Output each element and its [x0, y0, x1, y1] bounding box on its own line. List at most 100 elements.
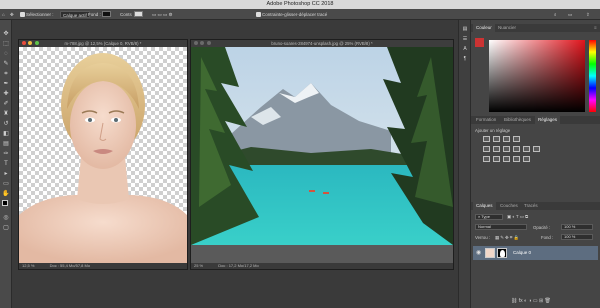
eraser-tool-icon[interactable]: ◧	[2, 130, 10, 138]
opacity-label: Opacité :	[533, 225, 551, 230]
kind-filter[interactable]: ⌕ Type	[475, 214, 503, 220]
lasso-tool-icon[interactable]: ◌	[2, 50, 10, 58]
move-tool-icon[interactable]: ✥	[10, 11, 14, 18]
history-brush-icon[interactable]: ↺	[2, 120, 10, 128]
portrait-canvas[interactable]	[19, 47, 187, 263]
channel-mixer-icon[interactable]	[533, 146, 540, 152]
toolbar: ✥ ⬚ ◌ ✎ ⌗ ✒ ✚ ✐ ♜ ↺ ◧ ▤ ✑ T ▸ ▭ ✋ ◎ ▢	[0, 20, 12, 308]
landscape-window-title: bruno-soares-284974-unsplash.jpg @ 25% (…	[271, 41, 373, 46]
invert-icon[interactable]	[483, 156, 490, 162]
conts-label: Conts	[120, 12, 132, 17]
hue-saturation-icon[interactable]	[493, 146, 500, 152]
stamp-tool-icon[interactable]: ♜	[2, 110, 10, 118]
filter-icons[interactable]: ▣ ◐ T ▭ ⧉	[507, 214, 528, 220]
share-icon[interactable]: ⇪	[586, 11, 590, 18]
layer-footer-icons[interactable]: ⛓ fx ◐ ◑ ▭ ⊞ 🗑	[511, 298, 551, 304]
portrait-status-bar: 12,5 % Doc : 55,4 Mo/57,8 Mo	[19, 263, 187, 269]
foreground-color[interactable]	[2, 200, 8, 206]
black-white-icon[interactable]	[513, 146, 520, 152]
gradient-tool-icon[interactable]: ▤	[2, 140, 10, 148]
landscape-canvas[interactable]	[191, 47, 453, 263]
constrain-drag-label: Contrainte-glisser-déplacer tracé	[262, 12, 328, 17]
auto-select-checkbox[interactable]: Sélectionner :	[20, 11, 54, 18]
move-tool-icon[interactable]: ✥	[2, 30, 10, 38]
lock-label: Verrou :	[475, 235, 491, 240]
quick-select-icon[interactable]: ✎	[2, 60, 10, 68]
opacity-field[interactable]: 100 %	[561, 224, 593, 230]
right-panels: Couleur Nuancier ≡ Formation Bibliothèqu…	[470, 20, 600, 308]
fill-swatch[interactable]	[102, 11, 111, 18]
posterize-icon[interactable]	[493, 156, 500, 162]
portrait-zoom[interactable]: 12,5 %	[22, 263, 34, 268]
layer-row[interactable]: ◉ Calque 0	[473, 246, 598, 260]
selective-color-icon[interactable]	[523, 156, 530, 162]
screen-mode-icon[interactable]: ▢	[2, 224, 10, 232]
threshold-icon[interactable]	[503, 156, 510, 162]
tab-formation[interactable]: Formation	[473, 116, 499, 124]
fill-label: Fond :	[541, 235, 554, 240]
marquee-tool-icon[interactable]: ⬚	[2, 40, 10, 48]
healing-icon[interactable]: ✚	[2, 90, 10, 98]
landscape-document-window[interactable]: bruno-soares-284974-unsplash.jpg @ 25% (…	[190, 39, 454, 270]
color-balance-icon[interactable]	[503, 146, 510, 152]
foreground-swatch[interactable]	[475, 38, 484, 47]
layer-select-dropdown[interactable]: Calque actif	[60, 11, 90, 18]
path-ops-icons[interactable]: ▭ ▭ ▭ ⚙	[152, 11, 173, 18]
workspace-icon[interactable]: ▭	[568, 11, 572, 18]
landscape-doc-size: Doc : 17,2 Mo/17,2 Mo	[218, 263, 259, 268]
hand-tool-icon[interactable]: ✋	[2, 190, 10, 198]
panel-menu-icon[interactable]: ≡	[591, 24, 600, 32]
eyedropper-icon[interactable]: ✒	[2, 80, 10, 88]
type-tool-icon[interactable]: T	[2, 160, 10, 168]
portrait-window-titlebar[interactable]: m-788.jpg @ 12,5% (Calque 0, RVB/8) *	[19, 40, 187, 47]
search-icon[interactable]: ⌕	[554, 11, 557, 18]
paragraph-panel-icon[interactable]: ¶	[461, 56, 469, 63]
fill-field[interactable]: 100 %	[561, 234, 593, 240]
history-panel-icon[interactable]: ▤	[461, 26, 469, 33]
quick-mask-icon[interactable]: ◎	[2, 214, 10, 222]
color-panel-tabs: Couleur Nuancier ≡	[471, 24, 600, 32]
portrait-image	[19, 53, 187, 263]
levels-icon[interactable]	[493, 136, 500, 142]
pen-tool-icon[interactable]: ✑	[2, 150, 10, 158]
panel-icon-strip: ▤ ☰ A ¶	[458, 20, 470, 308]
hue-slider[interactable]	[589, 40, 596, 112]
vibrance-icon[interactable]	[483, 146, 490, 152]
home-icon[interactable]: ⌂	[2, 11, 5, 18]
constrain-drag-checkbox[interactable]: Contrainte-glisser-déplacer tracé	[256, 11, 327, 18]
visibility-eye-icon[interactable]: ◉	[476, 249, 481, 256]
gradient-map-icon[interactable]	[513, 156, 520, 162]
tab-paths[interactable]: Tracés	[521, 202, 541, 210]
landscape-window-titlebar[interactable]: bruno-soares-284974-unsplash.jpg @ 25% (…	[191, 40, 453, 47]
layer-mask-thumbnail[interactable]	[497, 248, 507, 258]
path-select-icon[interactable]: ▸	[2, 170, 10, 178]
brightness-icon[interactable]	[483, 136, 490, 142]
crop-tool-icon[interactable]: ⌗	[2, 70, 10, 78]
portrait-document-window[interactable]: m-788.jpg @ 12,5% (Calque 0, RVB/8) * 12…	[18, 39, 188, 270]
tab-libraries[interactable]: Bibliothèques	[501, 116, 534, 124]
exposure-icon[interactable]	[513, 136, 520, 142]
brush-tool-icon[interactable]: ✐	[2, 100, 10, 108]
curves-icon[interactable]	[503, 136, 510, 142]
tab-layers[interactable]: Calques	[473, 202, 496, 210]
layers-panel-tabs: Calques Couches Tracés	[471, 202, 600, 210]
title-bar: Adobe Photoshop CC 2018	[0, 0, 600, 9]
color-picker-field[interactable]	[489, 40, 585, 112]
layer-name[interactable]: Calque 0	[513, 250, 531, 255]
tab-color[interactable]: Couleur	[473, 24, 495, 32]
adjust-title: Ajouter un réglage	[475, 128, 511, 133]
shape-tool-icon[interactable]: ▭	[2, 180, 10, 188]
glyphs-panel-icon[interactable]: A	[461, 46, 469, 53]
blend-mode-select[interactable]: Normal	[475, 224, 527, 230]
landscape-zoom[interactable]: 25 %	[194, 263, 203, 268]
stroke-swatch[interactable]	[134, 11, 143, 18]
tab-channels[interactable]: Couches	[497, 202, 521, 210]
portrait-doc-size: Doc : 55,4 Mo/57,8 Mo	[49, 263, 91, 268]
landscape-image	[191, 47, 453, 263]
portrait-window-title: m-788.jpg @ 12,5% (Calque 0, RVB/8) *	[64, 41, 142, 46]
photo-filter-icon[interactable]	[523, 146, 530, 152]
tab-adjustments[interactable]: Réglages	[535, 116, 561, 124]
tab-swatches[interactable]: Nuancier	[495, 24, 519, 32]
lock-icons[interactable]: ▦ ✎ ✥ ⌗ 🔒	[495, 235, 519, 241]
properties-panel-icon[interactable]: ☰	[461, 36, 469, 43]
